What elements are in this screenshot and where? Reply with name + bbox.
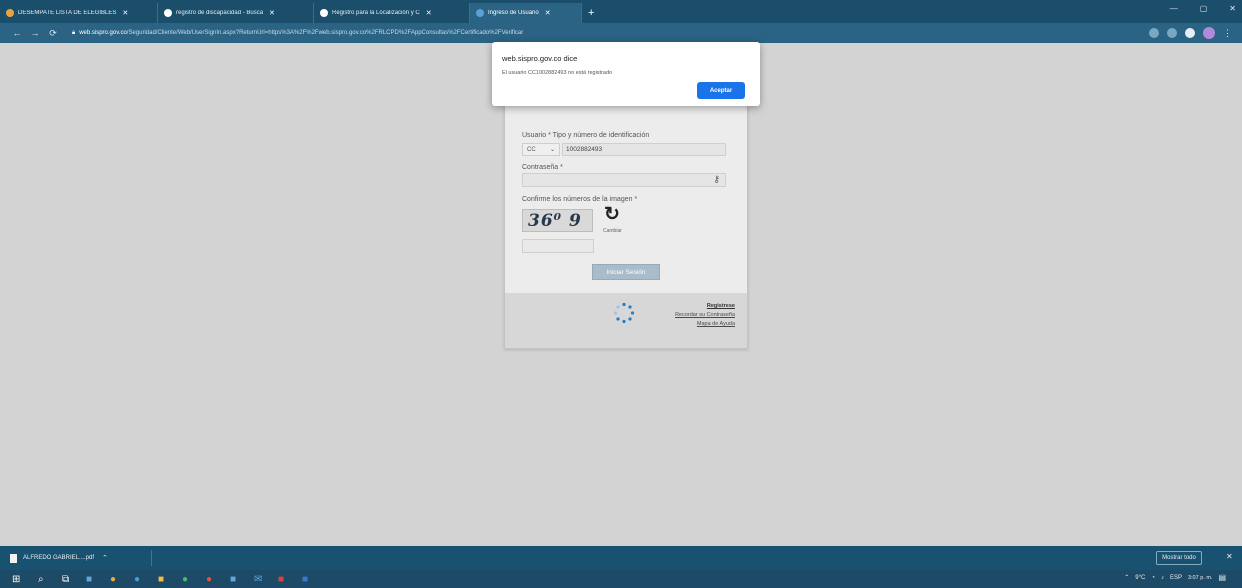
- accept-button[interactable]: Aceptar: [697, 82, 745, 99]
- tab-desempate[interactable]: DESEMPATE LISTA DE ELEGIBLES ✕: [0, 3, 158, 23]
- app-icon-chrome[interactable]: ●: [110, 573, 116, 585]
- url-path: /Seguridad/Cliente/Web/UserSignIn.aspx?R…: [126, 30, 524, 36]
- download-file-name: ALFREDO GABRIEL....pdf: [23, 555, 95, 561]
- app-icon-explorer[interactable]: ■: [158, 573, 164, 585]
- tab-close-icon[interactable]: ✕: [122, 9, 128, 17]
- clock-time: 3:07 p. m.: [1187, 574, 1213, 581]
- app-icon-edge[interactable]: ●: [134, 573, 140, 585]
- app-icon-people[interactable]: ■: [86, 573, 92, 585]
- extension-icon[interactable]: [1149, 28, 1159, 38]
- page-content: Usuario * Tipo y número de identificació…: [0, 43, 1242, 546]
- close-window-button[interactable]: ✕: [1229, 4, 1236, 13]
- network-icon[interactable]: ◔: [1151, 575, 1155, 581]
- doc-type-select[interactable]: CC ⌄: [522, 143, 560, 156]
- refresh-captcha-label[interactable]: Cambiar: [603, 228, 622, 234]
- profile-avatar[interactable]: [1203, 27, 1215, 39]
- lock-icon: 🔒︎: [72, 29, 76, 36]
- alert-dialog: web.sispro.gov.co dice El usuario CC1002…: [492, 42, 760, 106]
- back-icon[interactable]: ←: [8, 28, 26, 38]
- loading-spinner-icon: [613, 302, 635, 324]
- password-label: Contraseña *: [522, 164, 563, 171]
- reload-icon[interactable]: ⟳: [44, 28, 62, 39]
- app-icon-chrome-2[interactable]: ●: [206, 573, 212, 585]
- tab-title: DESEMPATE LISTA DE ELEGIBLES: [18, 10, 117, 16]
- system-tray: ⌃ 9°C ◔ ♪ ESP 3:07 p. m. ▤: [1124, 573, 1226, 582]
- help-map-link[interactable]: Mapa de Ayuda: [697, 321, 735, 327]
- new-tab-button[interactable]: +: [588, 3, 594, 23]
- download-shelf: ALFREDO GABRIEL....pdf ⌃ Mostrar todo ✕: [0, 546, 1242, 570]
- alert-origin: web.sispro.gov.co dice: [502, 54, 578, 63]
- tab-strip: DESEMPATE LISTA DE ELEGIBLES ✕ registro …: [0, 0, 1242, 23]
- forward-icon[interactable]: →: [26, 28, 44, 38]
- app-icon-word[interactable]: ■: [302, 573, 308, 585]
- address-bar[interactable]: 🔒︎ web.sispro.gov.co /Seguridad/Cliente/…: [72, 26, 1152, 40]
- tray-chevron-icon[interactable]: ⌃: [1124, 574, 1129, 581]
- tab-title: Registro para la Localización y C: [332, 10, 420, 16]
- chevron-up-icon[interactable]: ⌃: [102, 554, 108, 562]
- minimize-button[interactable]: —: [1170, 4, 1178, 13]
- card-footer: Registrese Recordar su Contraseña Mapa d…: [505, 293, 747, 348]
- close-shelf-icon[interactable]: ✕: [1226, 552, 1233, 561]
- pdf-file-icon: [10, 553, 17, 563]
- app-icon-mail[interactable]: ✉: [254, 573, 262, 585]
- recover-password-link[interactable]: Recordar su Contraseña: [675, 312, 735, 318]
- extensions-puzzle-icon[interactable]: [1185, 28, 1195, 38]
- menu-icon[interactable]: ⋮: [1223, 28, 1232, 39]
- doc-number-input[interactable]: 1002882493: [562, 143, 726, 156]
- download-item[interactable]: ALFREDO GABRIEL....pdf ⌃: [6, 550, 152, 566]
- chevron-down-icon: ⌄: [549, 147, 555, 153]
- alert-message: El usuario CC1002882493 no está registra…: [502, 70, 613, 76]
- tab-favicon-icon: [6, 9, 14, 17]
- volume-icon[interactable]: ♪: [1161, 575, 1164, 581]
- weather-temp[interactable]: 9°C: [1135, 575, 1145, 581]
- login-button[interactable]: Iniciar Sesión: [592, 264, 660, 280]
- tab-close-icon[interactable]: ✕: [545, 9, 551, 17]
- key-icon: ⚷: [713, 174, 720, 184]
- show-all-button[interactable]: Mostrar todo: [1156, 551, 1202, 565]
- taskbar: ⊞ ⌕ ⧉ ■ ● ● ■ ● ● ■ ✉ ■ ■ ⌃ 9°C ◔ ♪ ESP …: [0, 570, 1242, 588]
- password-input[interactable]: ⚷: [522, 173, 726, 187]
- user-label: Usuario * Tipo y número de identificació…: [522, 132, 650, 139]
- refresh-captcha-icon[interactable]: ↻: [604, 205, 622, 224]
- tab-title: Ingreso de Usuario: [488, 10, 539, 16]
- search-icon[interactable]: ⌕: [38, 573, 44, 585]
- url-host: web.sispro.gov.co: [79, 30, 127, 36]
- window-controls: — ▢ ✕: [1170, 4, 1236, 13]
- tab-favicon-icon: [320, 9, 328, 17]
- windows-start-icon[interactable]: ⊞: [12, 573, 20, 585]
- doc-type-value: CC: [527, 146, 536, 153]
- notifications-icon[interactable]: ▤: [1218, 573, 1226, 582]
- bookmark-star-icon[interactable]: [1167, 28, 1177, 38]
- browser-toolbar: ← → ⟳ 🔒︎ web.sispro.gov.co /Seguridad/Cl…: [0, 23, 1242, 43]
- login-card: Usuario * Tipo y número de identificació…: [504, 105, 748, 349]
- captcha-image: 36⁰ 9: [522, 209, 593, 232]
- tab-favicon-icon: [476, 9, 484, 17]
- task-view-icon[interactable]: ⧉: [62, 573, 69, 585]
- captcha-input[interactable]: [522, 239, 594, 253]
- register-link[interactable]: Registrese: [707, 303, 735, 309]
- tab-ingreso-usuario[interactable]: Ingreso de Usuario ✕: [470, 3, 582, 23]
- captcha-label: Confirme los números de la imagen *: [522, 196, 638, 203]
- tab-close-icon[interactable]: ✕: [269, 9, 275, 17]
- tab-favicon-icon: [164, 9, 172, 17]
- toolbar-actions: ⋮: [1149, 27, 1232, 39]
- tab-close-icon[interactable]: ✕: [426, 9, 432, 17]
- maximize-button[interactable]: ▢: [1200, 4, 1208, 13]
- app-icon-pdf[interactable]: ■: [278, 573, 284, 585]
- tab-registro-localizacion[interactable]: Registro para la Localización y C ✕: [314, 3, 470, 23]
- app-icon-store[interactable]: ■: [230, 573, 236, 585]
- tab-title: registro de discapacidad - Busca: [176, 10, 264, 16]
- clock[interactable]: 3:07 p. m.: [1188, 575, 1212, 581]
- language-indicator[interactable]: ESP: [1170, 575, 1182, 581]
- tab-registro-busqueda[interactable]: registro de discapacidad - Busca ✕: [158, 3, 314, 23]
- app-icon-whatsapp[interactable]: ●: [182, 573, 188, 585]
